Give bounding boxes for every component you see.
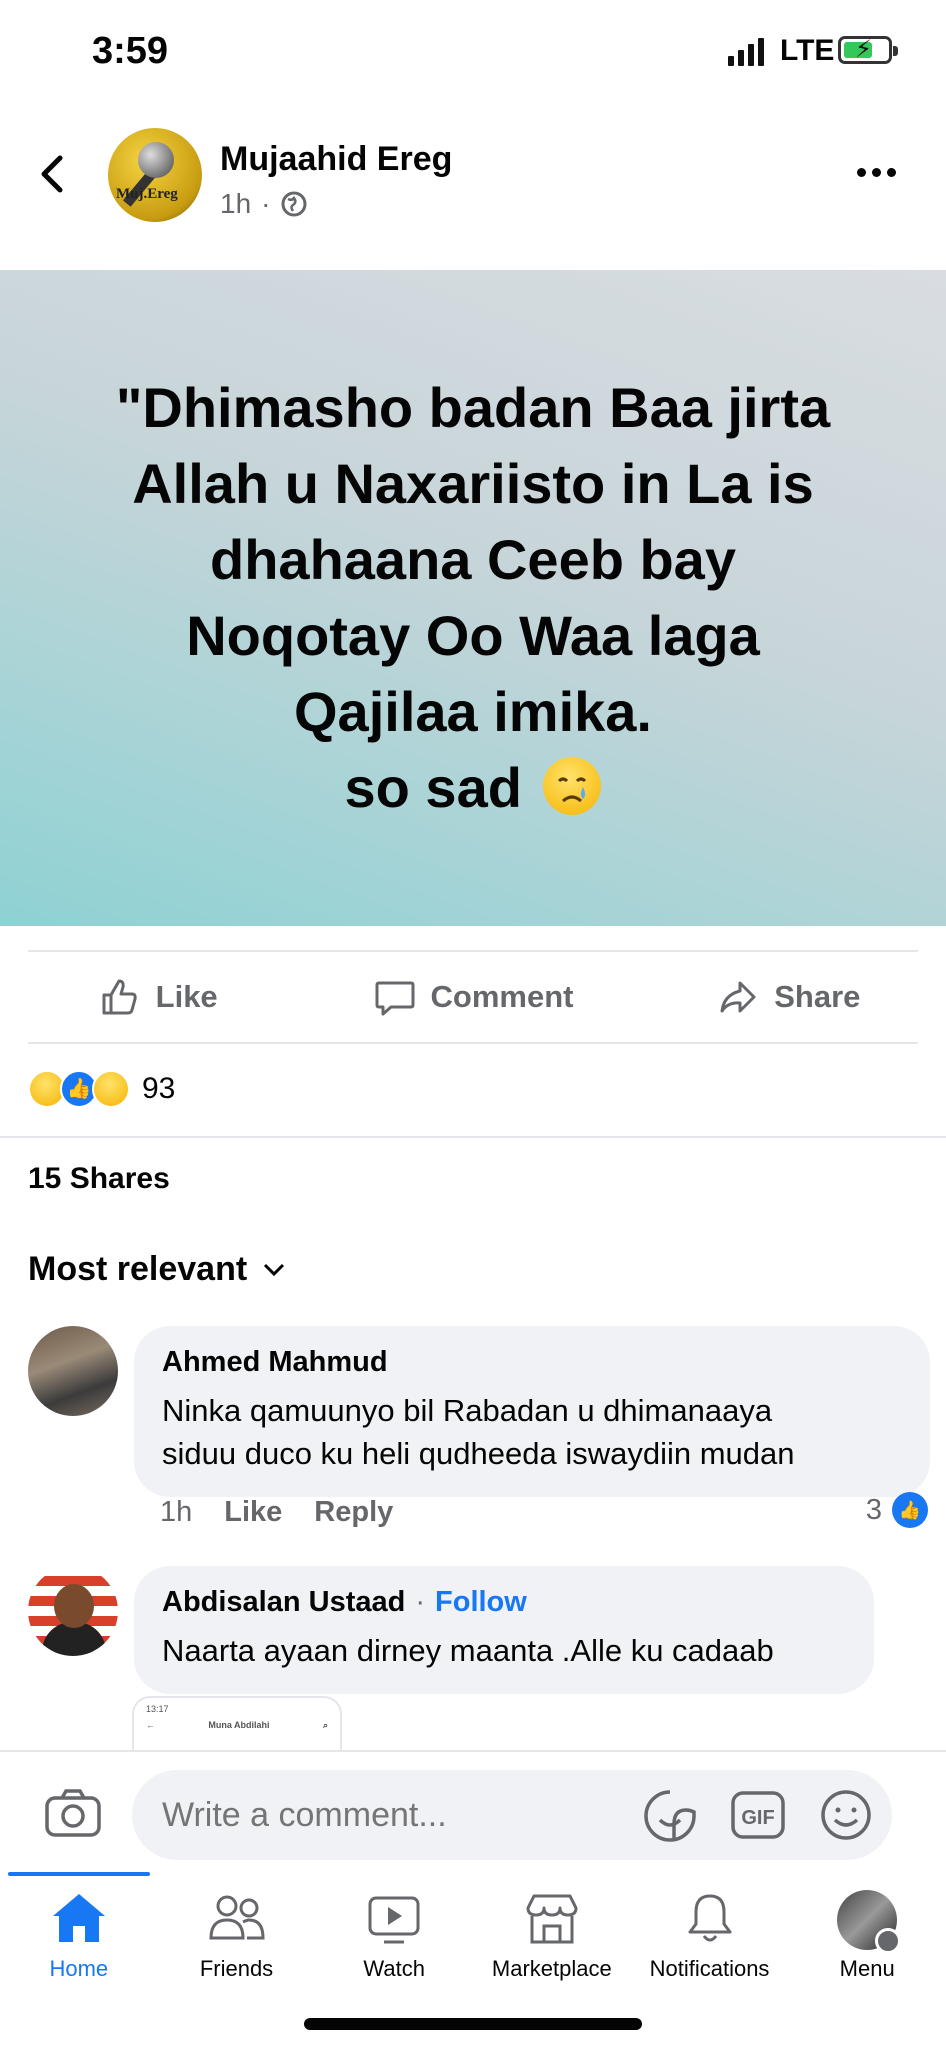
home-indicator: [304, 2018, 642, 2030]
commenter-avatar[interactable]: [28, 1326, 118, 1416]
menu-icon: [875, 1928, 902, 1954]
thumbs-up-icon: [102, 979, 137, 1015]
nav-friends[interactable]: Friends: [158, 1890, 316, 1982]
post-header: Muj.Ereg Mujaahid Ereg 1h ·: [0, 120, 946, 230]
more-options-icon[interactable]: [857, 168, 896, 177]
post-image[interactable]: "Dhimasho badan Baa jirta Allah u Naxari…: [0, 270, 946, 926]
sticker-icon[interactable]: [642, 1788, 698, 1842]
attachment-search-icon: ⌕: [322, 1720, 328, 1730]
reaction-count: 93: [142, 1072, 176, 1105]
like-button[interactable]: Like: [0, 975, 315, 1019]
post-time: 1h: [220, 188, 252, 219]
friends-icon: [208, 1895, 265, 1940]
comment-label: Comment: [430, 979, 574, 1014]
comment-like-count[interactable]: 3 👍: [866, 1492, 928, 1528]
crying-face-emoji: [543, 757, 602, 816]
nav-watch-label: Watch: [363, 1956, 425, 1981]
share-label: Share: [774, 979, 861, 1014]
comment-like-number: 3: [865, 1493, 882, 1526]
nav-friends-label: Friends: [199, 1956, 274, 1981]
status-time: 3:59: [92, 30, 169, 72]
back-arrow-icon[interactable]: [36, 154, 70, 194]
sort-dropdown[interactable]: Most relevant: [28, 1250, 287, 1289]
nav-notifications-label: Notifications: [649, 1956, 770, 1981]
comment-time: 1h: [160, 1496, 193, 1528]
comment-icon: [375, 981, 415, 1016]
emoji-icon[interactable]: [818, 1788, 874, 1842]
nav-home-label: Home: [49, 1956, 109, 1981]
nav-menu[interactable]: Menu: [788, 1890, 946, 1982]
comment-reply-button[interactable]: Reply: [314, 1496, 393, 1529]
comment-item: Abdisalan Ustaad · Follow Naarta ayaan d…: [28, 1566, 928, 1696]
comment-meta: 1h Like Reply: [160, 1496, 393, 1529]
like-label: Like: [155, 979, 218, 1014]
nav-watch[interactable]: Watch: [315, 1890, 473, 1982]
commenter-avatar[interactable]: [28, 1566, 118, 1656]
comment-text: Naarta ayaan dirney maanta .Alle ku cada…: [162, 1633, 774, 1668]
author-avatar[interactable]: Muj.Ereg: [108, 128, 202, 222]
commenter-name-text[interactable]: Abdisalan Ustaad: [162, 1586, 405, 1619]
watch-icon: [368, 1896, 420, 1944]
nav-menu-label: Menu: [839, 1956, 895, 1981]
attachment-status: 13:17: [146, 1704, 328, 1714]
status-bar: 3:59 LTE ⚡: [0, 0, 946, 110]
camera-icon[interactable]: [44, 1788, 102, 1838]
commenter-name: Abdisalan Ustaad · Follow: [162, 1586, 846, 1619]
network-label: LTE: [780, 34, 835, 67]
nav-marketplace-label: Marketplace: [491, 1956, 612, 1981]
share-button[interactable]: Share: [631, 975, 946, 1019]
comment-item: Ahmed Mahmud Ninka qamuunyo bil Rabadan …: [28, 1326, 930, 1529]
post-meta: 1h ·: [220, 188, 308, 220]
author-name[interactable]: Mujaahid Ereg: [220, 140, 452, 179]
commenter-name-text[interactable]: Ahmed Mahmud: [162, 1346, 388, 1379]
like-icon: 👍: [892, 1492, 928, 1528]
attachment-back-icon: ←: [146, 1720, 155, 1730]
comment-bubble[interactable]: Ahmed Mahmud Ninka qamuunyo bil Rabadan …: [134, 1326, 930, 1497]
signal-icon: [728, 36, 764, 66]
marketplace-icon: [526, 1894, 578, 1944]
nav-home[interactable]: Home: [0, 1890, 158, 1982]
composer-icons: GIF: [642, 1788, 874, 1842]
attachment-title: Muna Abdilahi: [208, 1720, 270, 1730]
sad-icon: [92, 1070, 130, 1108]
post-actions: Like Comment Share: [0, 952, 946, 1042]
shares-count[interactable]: 15 Shares: [28, 1162, 170, 1196]
globe-icon: [281, 191, 307, 217]
avatar-logo-text: Muj.Ereg: [116, 186, 178, 202]
nav-notifications[interactable]: Notifications: [631, 1890, 789, 1982]
post-quote-text: "Dhimasho badan Baa jirta Allah u Naxari…: [115, 376, 831, 819]
chevron-down-icon: [264, 1263, 285, 1276]
comment-image-attachment[interactable]: 13:17 ← Muna Abdilahi ⌕: [132, 1696, 342, 1752]
comment-text: Ninka qamuunyo bil Rabadan u dhimanaaya …: [162, 1393, 795, 1471]
attachment-header: ← Muna Abdilahi ⌕: [146, 1720, 328, 1731]
comment-button[interactable]: Comment: [315, 975, 630, 1019]
comment-like-button[interactable]: Like: [224, 1496, 282, 1529]
meta-separator: ·: [261, 188, 271, 219]
commenter-name: Ahmed Mahmud: [162, 1346, 902, 1379]
profile-avatar: [837, 1890, 902, 1954]
reaction-summary[interactable]: 👍 93: [28, 1066, 175, 1112]
home-icon: [52, 1894, 105, 1942]
nav-marketplace[interactable]: Marketplace: [473, 1890, 631, 1982]
share-icon: [720, 981, 756, 1013]
follow-button[interactable]: Follow: [435, 1586, 527, 1619]
name-separator: ·: [415, 1586, 426, 1618]
divider: [28, 1042, 918, 1044]
comment-composer: GIF: [0, 1750, 946, 1872]
comment-bubble[interactable]: Abdisalan Ustaad · Follow Naarta ayaan d…: [134, 1566, 874, 1694]
gif-icon[interactable]: GIF: [730, 1788, 786, 1842]
divider: [0, 1136, 946, 1138]
active-tab-indicator: [8, 1872, 150, 1876]
svg-text:GIF: GIF: [741, 1807, 774, 1829]
post-quote: "Dhimasho badan Baa jirta Allah u Naxari…: [116, 370, 830, 826]
bell-icon: [688, 1894, 732, 1942]
attachment-time: 13:17: [146, 1704, 169, 1714]
sort-label: Most relevant: [28, 1250, 248, 1288]
battery-icon: ⚡: [838, 36, 898, 64]
